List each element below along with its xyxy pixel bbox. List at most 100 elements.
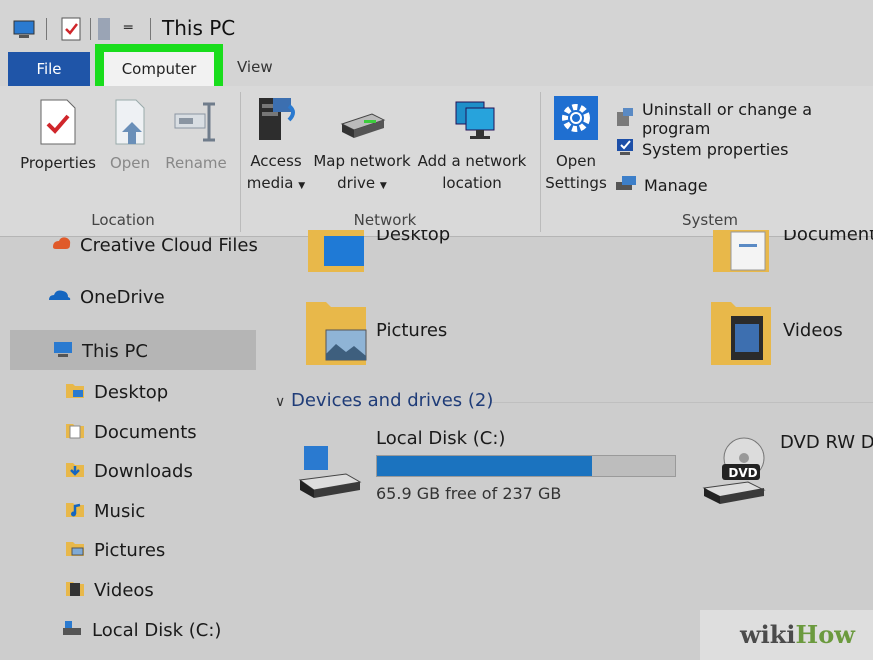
- folder-desktop[interactable]: Desktop: [300, 230, 500, 280]
- sidebar-item-music[interactable]: Music: [64, 499, 145, 524]
- sidebar-item-pictures[interactable]: Pictures: [64, 538, 165, 563]
- rename-icon: [160, 96, 232, 152]
- folder-documents[interactable]: Documents: [705, 230, 873, 280]
- open-settings-label-2: Settings: [545, 174, 607, 192]
- system-properties-button[interactable]: System properties: [614, 136, 788, 162]
- network-group-label: Network: [353, 211, 417, 229]
- drive-local-disk[interactable]: Local Disk (C:) 65.9 GB free of 237 GB: [292, 420, 692, 510]
- sidebar-item-label: Pictures: [94, 540, 166, 561]
- properties-quick-icon[interactable]: [60, 16, 84, 46]
- local-disk-icon: [60, 618, 84, 643]
- pictures-folder-icon: [306, 302, 367, 365]
- add-network-location-label-2: location: [442, 174, 502, 192]
- uninstall-program-button[interactable]: Uninstall or change a program: [614, 100, 873, 138]
- properties-label: Properties: [20, 154, 96, 172]
- downloads-folder-icon: [64, 459, 86, 484]
- access-media-label-1: Access: [250, 152, 302, 170]
- dvd-badge: DVD: [728, 466, 758, 480]
- local-disk-name: Local Disk (C:): [376, 428, 506, 449]
- sidebar-item-label: OneDrive: [80, 287, 165, 308]
- folder-label: Desktop: [376, 230, 451, 245]
- open-label: Open: [109, 154, 151, 172]
- rename-label: Rename: [165, 154, 227, 172]
- disk-usage-bar: [376, 455, 676, 477]
- sidebar-item-documents[interactable]: Documents: [64, 420, 197, 445]
- properties-button[interactable]: Properties: [16, 96, 100, 174]
- folder-label: Pictures: [376, 320, 448, 341]
- system-properties-icon: [614, 136, 636, 162]
- watermark-part1: wiki: [740, 620, 796, 649]
- manage-icon: [614, 172, 638, 198]
- desktop-folder-icon: [64, 380, 86, 405]
- map-network-drive-label-1: Map network: [313, 152, 411, 170]
- network-location-icon: [414, 92, 530, 150]
- sidebar-item-downloads[interactable]: Downloads: [64, 459, 193, 484]
- devices-drives-header[interactable]: ∨ Devices and drives (2): [275, 390, 493, 411]
- this-pc-icon: [12, 19, 38, 45]
- rename-button[interactable]: Rename: [160, 96, 232, 174]
- videos-folder-icon: [64, 578, 86, 603]
- chevron-down-icon: ∨: [275, 394, 286, 410]
- creative-cloud-icon: [50, 232, 72, 259]
- sidebar-item-label: Videos: [94, 580, 154, 601]
- sidebar-item-label: This PC: [82, 341, 148, 362]
- window-title: This PC: [162, 16, 236, 40]
- sidebar-item-label: Local Disk (C:): [92, 620, 222, 641]
- this-pc-icon: [52, 340, 74, 363]
- tab-view[interactable]: View: [237, 58, 273, 76]
- documents-folder-icon: [713, 230, 769, 272]
- sidebar-item-label: Downloads: [94, 461, 193, 482]
- pictures-folder-icon: [64, 538, 86, 563]
- sidebar-item-label: Music: [94, 501, 146, 522]
- folder-label: Documents: [783, 230, 873, 245]
- open-settings-button[interactable]: Open Settings: [545, 92, 607, 194]
- separator: [90, 18, 91, 40]
- network-drive-icon: [312, 92, 412, 150]
- sidebar-item-local-disk[interactable]: Local Disk (C:): [60, 618, 221, 643]
- map-network-drive-button[interactable]: Map network drive ▼: [312, 92, 412, 197]
- uninstall-icon: [614, 106, 636, 132]
- sidebar-item-this-pc[interactable]: This PC: [52, 340, 148, 363]
- separator: [150, 18, 151, 40]
- folder-label: Videos: [783, 320, 843, 341]
- desktop-folder-icon: [308, 230, 364, 272]
- uninstall-program-label: Uninstall or change a program: [642, 100, 813, 138]
- disk-usage-fill: [377, 456, 592, 476]
- tab-file[interactable]: File: [8, 52, 90, 86]
- separator: [46, 18, 47, 40]
- location-group-label: Location: [91, 211, 155, 229]
- system-properties-label: System properties: [642, 139, 789, 159]
- sidebar-item-label: Documents: [94, 422, 197, 443]
- open-icon: [104, 96, 156, 152]
- onedrive-icon: [46, 286, 72, 309]
- open-settings-label-1: Open: [555, 152, 597, 170]
- local-disk-icon: [298, 446, 362, 498]
- header-divider: [492, 402, 873, 403]
- open-button[interactable]: Open: [104, 96, 156, 174]
- properties-icon: [16, 96, 100, 152]
- new-folder-quick-icon[interactable]: [96, 16, 112, 46]
- folder-videos[interactable]: Videos: [705, 298, 873, 370]
- folder-pictures[interactable]: Pictures: [300, 298, 520, 370]
- sidebar-item-creative-cloud[interactable]: Creative Cloud Files: [50, 232, 258, 259]
- sidebar-item-videos[interactable]: Videos: [64, 578, 154, 603]
- access-media-button[interactable]: Access media ▼: [245, 92, 307, 197]
- map-network-drive-label-2: drive: [337, 174, 376, 192]
- add-network-location-button[interactable]: Add a network location: [414, 92, 530, 194]
- sidebar-item-onedrive[interactable]: OneDrive: [46, 286, 165, 309]
- watermark-part2: How: [795, 620, 855, 649]
- group-separator: [240, 92, 241, 232]
- dropdown-arrow-icon: ▼: [298, 181, 306, 191]
- dropdown-arrow-icon: ▼: [379, 181, 387, 191]
- customize-quick-access-icon[interactable]: ═: [124, 20, 132, 36]
- wikihow-watermark: wikiHow: [700, 610, 873, 660]
- tab-computer[interactable]: Computer: [104, 52, 214, 86]
- drive-dvd[interactable]: DVD DVD RW D: [700, 430, 873, 510]
- manage-label: Manage: [644, 175, 708, 195]
- sidebar-item-desktop[interactable]: Desktop: [64, 380, 168, 405]
- manage-button[interactable]: Manage: [614, 172, 708, 198]
- access-media-label-2: media: [246, 174, 294, 192]
- disk-free-text: 65.9 GB free of 237 GB: [376, 484, 562, 503]
- gear-icon: [545, 92, 607, 150]
- sidebar-item-label: Desktop: [94, 382, 169, 403]
